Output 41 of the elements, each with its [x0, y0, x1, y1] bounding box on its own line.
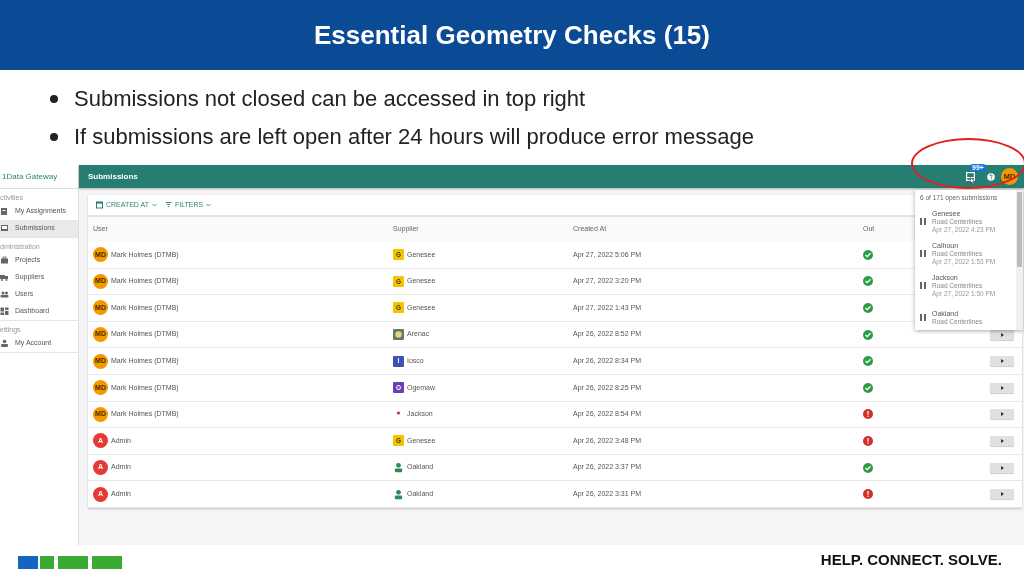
people-icon [0, 290, 9, 299]
play-icon [1000, 332, 1004, 337]
bullet-text: Submissions not closed can be accessed in top right [74, 85, 586, 113]
caret-icon [206, 203, 212, 207]
open-button[interactable] [990, 356, 1014, 367]
play-icon [1000, 465, 1004, 470]
help-icon[interactable] [987, 172, 995, 181]
play-icon [1000, 359, 1004, 364]
tagline: HELP. CONNECT. SOLVE. [820, 550, 1002, 571]
open-button[interactable] [990, 382, 1014, 393]
bullet-icon [50, 95, 58, 103]
open-button[interactable] [990, 409, 1014, 420]
open-button[interactable] [990, 489, 1014, 500]
open-button[interactable] [990, 435, 1014, 446]
pause-icon [920, 314, 926, 322]
slide-title: Essential Geometry Checks (15) [0, 0, 1024, 70]
bullet-text: If submissions are left open after 24 hours will produce error message [74, 123, 754, 151]
scrollbar-thumb[interactable] [1017, 192, 1022, 267]
pause-icon [920, 250, 926, 258]
caret-icon [151, 203, 157, 207]
cursor-icon [970, 177, 975, 185]
play-icon [1000, 385, 1004, 390]
open-button[interactable] [990, 329, 1014, 340]
inbox-icon[interactable] [966, 172, 975, 181]
person-icon [0, 339, 9, 348]
bullet-icon [50, 133, 58, 141]
play-icon [1000, 438, 1004, 443]
scrollbar[interactable] [1016, 190, 1023, 330]
play-icon [1000, 412, 1004, 417]
calendar-icon [96, 201, 103, 209]
app-brand: 1Data Gateway [0, 165, 78, 189]
pause-icon [920, 218, 926, 226]
briefcase-icon [0, 256, 9, 265]
grid-icon [0, 307, 9, 316]
open-button[interactable] [990, 462, 1014, 473]
truck-icon [0, 273, 9, 282]
page-title: Submissions [88, 170, 139, 183]
pause-icon [920, 282, 926, 290]
play-icon [1000, 492, 1004, 497]
filter-icon [164, 201, 172, 209]
inbox-icon [0, 224, 9, 233]
